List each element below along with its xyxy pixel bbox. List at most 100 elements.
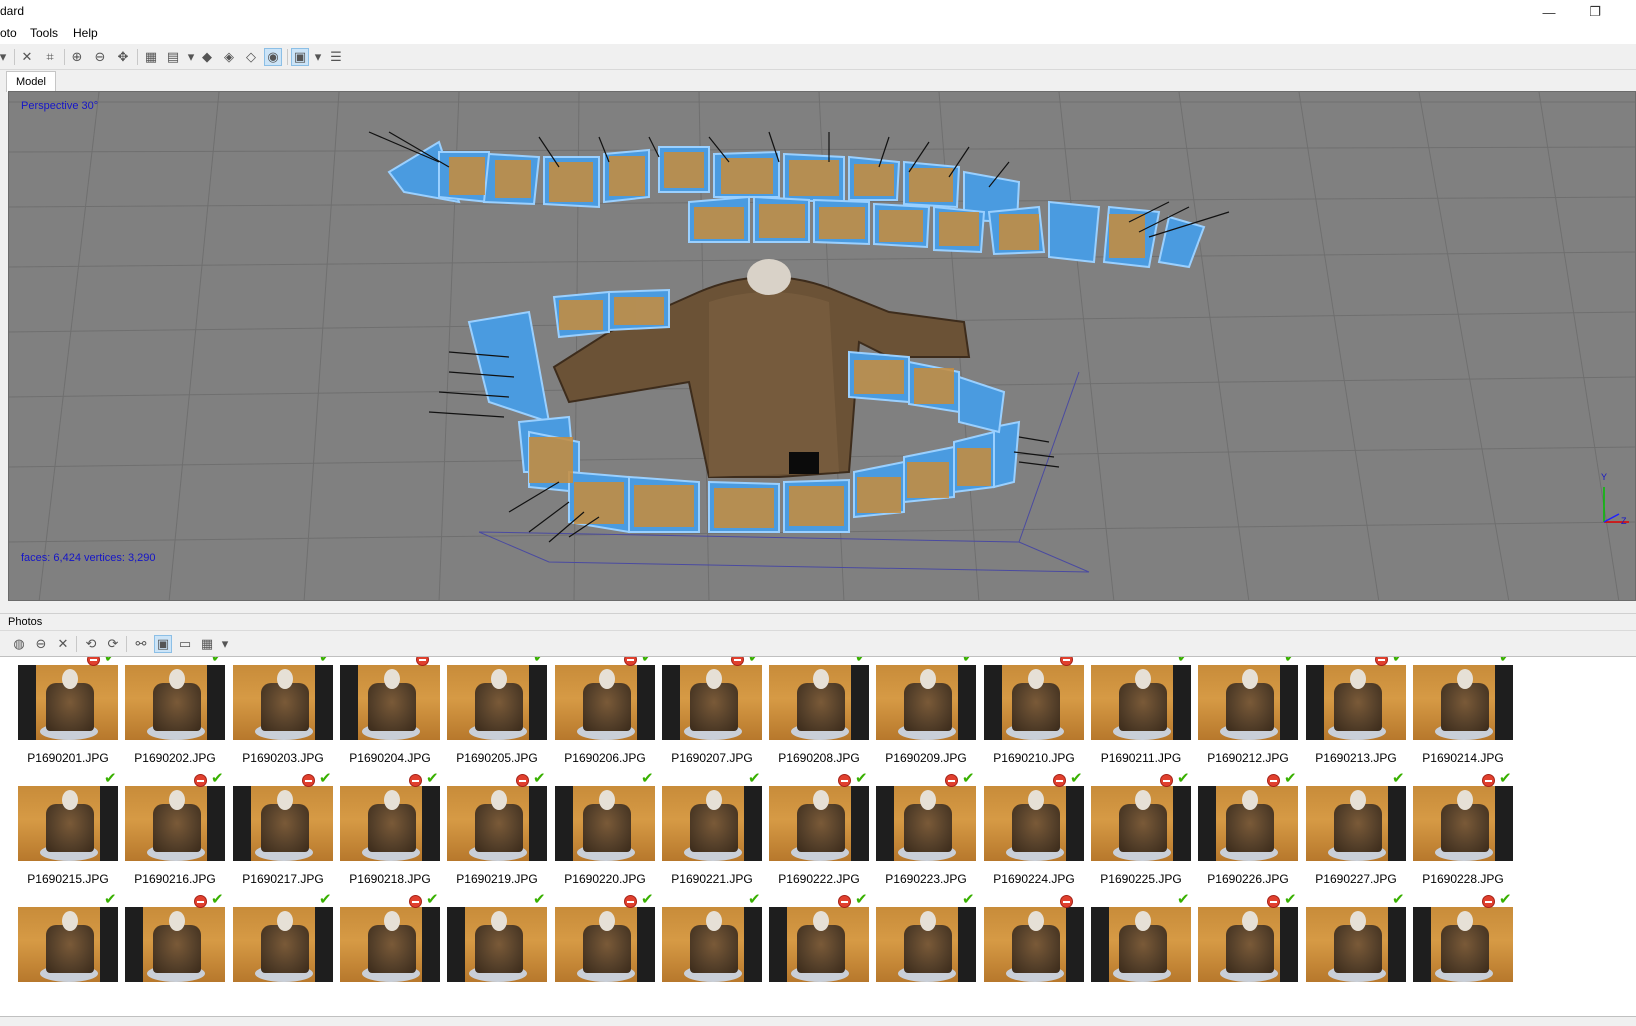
move-icon[interactable]: ✥ <box>114 48 132 66</box>
binoculars-icon[interactable]: ⚯ <box>132 635 150 653</box>
photo-thumbnail[interactable]: ✔ P1690225.JPG <box>1091 760 1203 886</box>
show-cameras-icon[interactable]: ▣ <box>291 48 309 66</box>
photo-thumbnail[interactable]: ✔ P1690224.JPG <box>984 760 1096 886</box>
photo-thumbnail[interactable]: ✔ P1690203.JPG <box>233 657 345 765</box>
photo-thumbnail[interactable]: ✔ <box>1198 881 1310 1007</box>
thumbnail-grid-icon[interactable]: ▦ <box>198 635 216 653</box>
photo-thumbnail[interactable]: ✔ P1690222.JPG <box>769 760 881 886</box>
aligned-check-icon: ✔ <box>1070 770 1083 787</box>
disabled-camera-icon <box>1060 895 1073 908</box>
photo-image <box>876 665 976 740</box>
photo-thumbnail[interactable]: ✔ P1690227.JPG <box>1306 760 1418 886</box>
show-region-icon[interactable]: ☰ <box>327 48 345 66</box>
minimize-button[interactable]: — <box>1526 0 1572 24</box>
aligned-check-icon: ✔ <box>855 656 868 666</box>
photo-thumbnail[interactable]: P1690204.JPG <box>340 657 452 765</box>
rotate-left-icon[interactable]: ⟲ <box>82 635 100 653</box>
remove-photo-icon[interactable]: ✕ <box>54 635 72 653</box>
grid-view-icon[interactable]: ▦ <box>142 48 160 66</box>
menu-tools[interactable]: Tools <box>30 26 58 40</box>
aligned-check-icon: ✔ <box>1499 656 1512 666</box>
photo-thumbnail[interactable]: ✔ P1690206.JPG <box>555 656 667 765</box>
photo-thumbnail[interactable]: ✔ P1690207.JPG <box>662 657 774 765</box>
photo-thumbnail[interactable]: ✔ P1690218.JPG <box>340 760 452 886</box>
enable-camera-icon[interactable]: ◍ <box>10 635 28 653</box>
photo-thumbnail[interactable]: ✔ <box>876 881 988 1007</box>
photo-thumbnail[interactable]: ✔ <box>1306 881 1418 1007</box>
crop-icon[interactable]: ⌗ <box>41 48 59 66</box>
photo-thumbnail[interactable] <box>984 881 1096 1007</box>
photo-image <box>1413 665 1513 740</box>
projection-label: Perspective 30° <box>21 100 99 112</box>
image-view-icon[interactable]: ▭ <box>176 635 194 653</box>
photo-thumbnail[interactable]: ✔ <box>769 881 881 1007</box>
menu-photo[interactable]: oto <box>0 26 17 40</box>
toolbar-separator <box>14 49 15 65</box>
model-viewport[interactable]: Perspective 30° faces: 6,424 vertices: 3… <box>8 91 1636 601</box>
photo-thumbnail[interactable]: ✔ <box>662 881 774 1007</box>
photo-thumbnail[interactable]: ✔ P1690212.JPG <box>1198 656 1310 765</box>
photo-thumbnail[interactable]: ✔ P1690214.JPG <box>1413 656 1525 765</box>
photo-image <box>125 665 225 740</box>
dense-cloud-icon[interactable]: ◈ <box>220 48 238 66</box>
photo-image <box>1413 786 1513 861</box>
photo-thumbnail[interactable]: ✔ P1690209.JPG <box>876 657 988 765</box>
photo-thumbnail[interactable]: ✔ P1690208.JPG <box>769 656 881 765</box>
photo-thumbnail[interactable]: ✔ P1690223.JPG <box>876 760 988 886</box>
photo-thumbnail[interactable]: ✔ P1690221.JPG <box>662 760 774 886</box>
photo-thumbnail[interactable]: P1690210.JPG <box>984 657 1096 765</box>
menu-help[interactable]: Help <box>73 26 98 40</box>
point-cloud-icon[interactable]: ◆ <box>198 48 216 66</box>
photo-image <box>1306 907 1406 982</box>
photo-image <box>18 665 118 740</box>
dropdown-arrow-icon[interactable]: ▾ <box>216 635 234 653</box>
aligned-check-icon: ✔ <box>641 656 654 666</box>
photo-thumbnail[interactable]: ✔ <box>555 881 667 1007</box>
aligned-check-icon: ✔ <box>855 770 868 787</box>
photo-image <box>1091 665 1191 740</box>
photo-image <box>555 665 655 740</box>
tab-strip: Model <box>0 70 1636 92</box>
photo-thumbnail[interactable]: ✔ P1690216.JPG <box>125 760 237 886</box>
panel-splitter[interactable] <box>0 601 1636 613</box>
photo-thumbnail[interactable]: ✔ P1690201.JPG <box>18 657 130 765</box>
photo-image <box>233 665 333 740</box>
photo-image <box>769 786 869 861</box>
photo-thumbnail[interactable]: ✔ <box>447 881 559 1007</box>
aligned-check-icon: ✔ <box>1284 656 1297 666</box>
main-toolbar: ▾ ✕ ⌗ ⊕ ⊖ ✥ ▦ ▤ ▾ ◆ ◈ ◇ ◉ ▣ ▾ ☰ <box>0 44 1636 70</box>
grid-options-icon[interactable]: ▤ <box>164 48 182 66</box>
photo-thumbnail[interactable]: ✔ P1690217.JPG <box>233 760 345 886</box>
wireframe-icon[interactable]: ◇ <box>242 48 260 66</box>
photo-thumbnail[interactable]: ✔ P1690220.JPG <box>555 760 667 886</box>
photo-thumbnail[interactable]: ✔ P1690211.JPG <box>1091 657 1203 765</box>
photo-thumbnail[interactable]: ✔ <box>125 881 237 1007</box>
zoom-out-icon[interactable]: ⊖ <box>91 48 109 66</box>
photo-thumbnail[interactable]: ✔ P1690202.JPG <box>125 657 237 765</box>
photo-thumbnail[interactable]: ✔ P1690213.JPG <box>1306 657 1418 765</box>
delete-icon[interactable]: ✕ <box>18 48 36 66</box>
photo-thumbnail[interactable]: ✔ P1690215.JPG <box>18 760 130 886</box>
photo-thumbnail[interactable]: ✔ P1690226.JPG <box>1198 760 1310 886</box>
tab-model[interactable]: Model <box>6 71 56 92</box>
photo-thumbnail[interactable]: ✔ <box>340 881 452 1007</box>
dropdown-arrow-icon[interactable]: ▾ <box>0 48 12 66</box>
disable-camera-icon[interactable]: ⊖ <box>32 635 50 653</box>
disabled-camera-icon <box>1267 774 1280 787</box>
show-cameras-icon[interactable]: ▣ <box>154 635 172 653</box>
photo-thumbnail[interactable]: ✔ <box>233 881 345 1007</box>
horizontal-scrollbar[interactable] <box>0 1016 1636 1026</box>
photo-thumbnail[interactable]: ✔ <box>1413 881 1525 1007</box>
photo-thumbnail[interactable]: ✔ P1690228.JPG <box>1413 760 1525 886</box>
dropdown-arrow-icon[interactable]: ▾ <box>309 48 327 66</box>
photo-thumbnail[interactable]: ✔ <box>1091 881 1203 1007</box>
zoom-in-icon[interactable]: ⊕ <box>68 48 86 66</box>
menu-bar: oto Tools Help <box>0 24 1636 44</box>
rotate-right-icon[interactable]: ⟳ <box>104 635 122 653</box>
photo-thumbnail[interactable]: ✔ P1690219.JPG <box>447 760 559 886</box>
photo-image <box>125 907 225 982</box>
photo-thumbnail[interactable]: ✔ <box>18 881 130 1007</box>
textured-model-icon[interactable]: ◉ <box>264 48 282 66</box>
photo-thumbnail[interactable]: ✔ P1690205.JPG <box>447 657 559 765</box>
restore-button[interactable]: ❐ <box>1572 0 1618 24</box>
